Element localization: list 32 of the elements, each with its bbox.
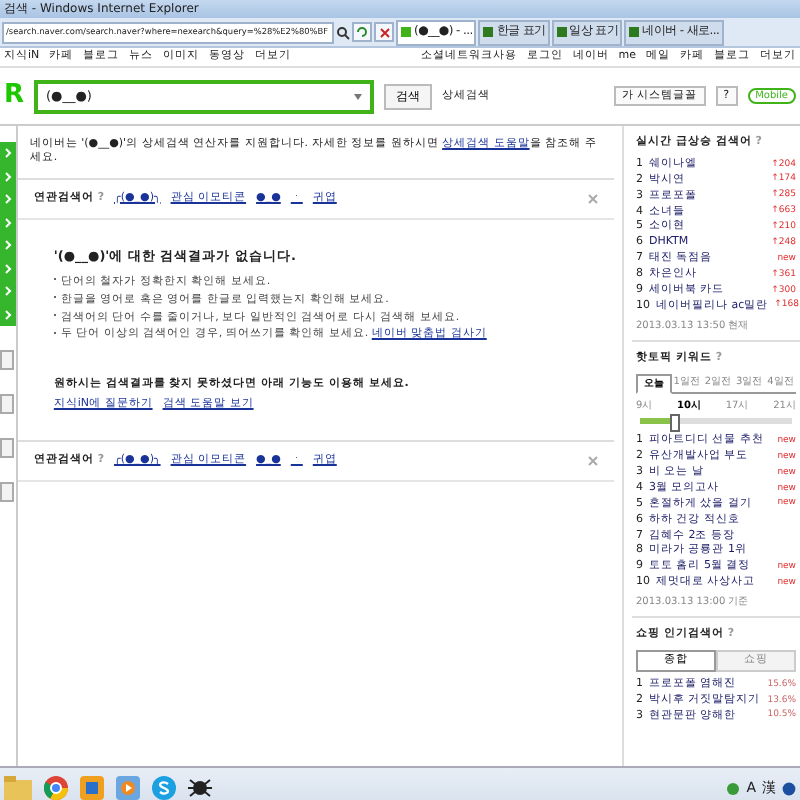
chevron-icon[interactable] [3,171,12,182]
page-icon [555,26,568,38]
stop-button[interactable] [374,22,395,42]
media-player-icon[interactable] [116,776,140,800]
cut-control[interactable] [0,350,14,370]
slider-thumb[interactable] [669,414,680,433]
chevron-icon[interactable] [3,240,12,251]
refresh-icon [356,26,369,38]
refresh-button[interactable] [352,22,373,42]
chevron-icon[interactable] [3,263,12,274]
chrome-icon[interactable] [44,776,68,800]
folder-icon[interactable] [4,776,32,800]
window-app-icon[interactable] [80,776,104,800]
close-icon [379,27,390,37]
spider-icon[interactable] [188,776,212,800]
chevron-icon[interactable] [3,148,12,159]
chevron-icon[interactable] [3,194,12,205]
cut-control[interactable] [0,394,14,414]
chevron-icon[interactable] [3,286,12,297]
close-icon[interactable] [588,455,598,466]
skype-icon[interactable] [152,776,176,800]
chevron-icon[interactable] [3,309,12,320]
page-icon [482,26,495,38]
caret-icon [354,93,362,99]
page-icon [628,26,641,38]
network-icon[interactable] [726,781,741,795]
chevron-icon[interactable] [3,217,12,228]
cut-control[interactable] [0,482,14,502]
close-icon[interactable] [588,193,598,204]
page-icon [400,26,413,38]
cut-control[interactable] [0,438,14,458]
search-icon[interactable] [336,25,351,39]
